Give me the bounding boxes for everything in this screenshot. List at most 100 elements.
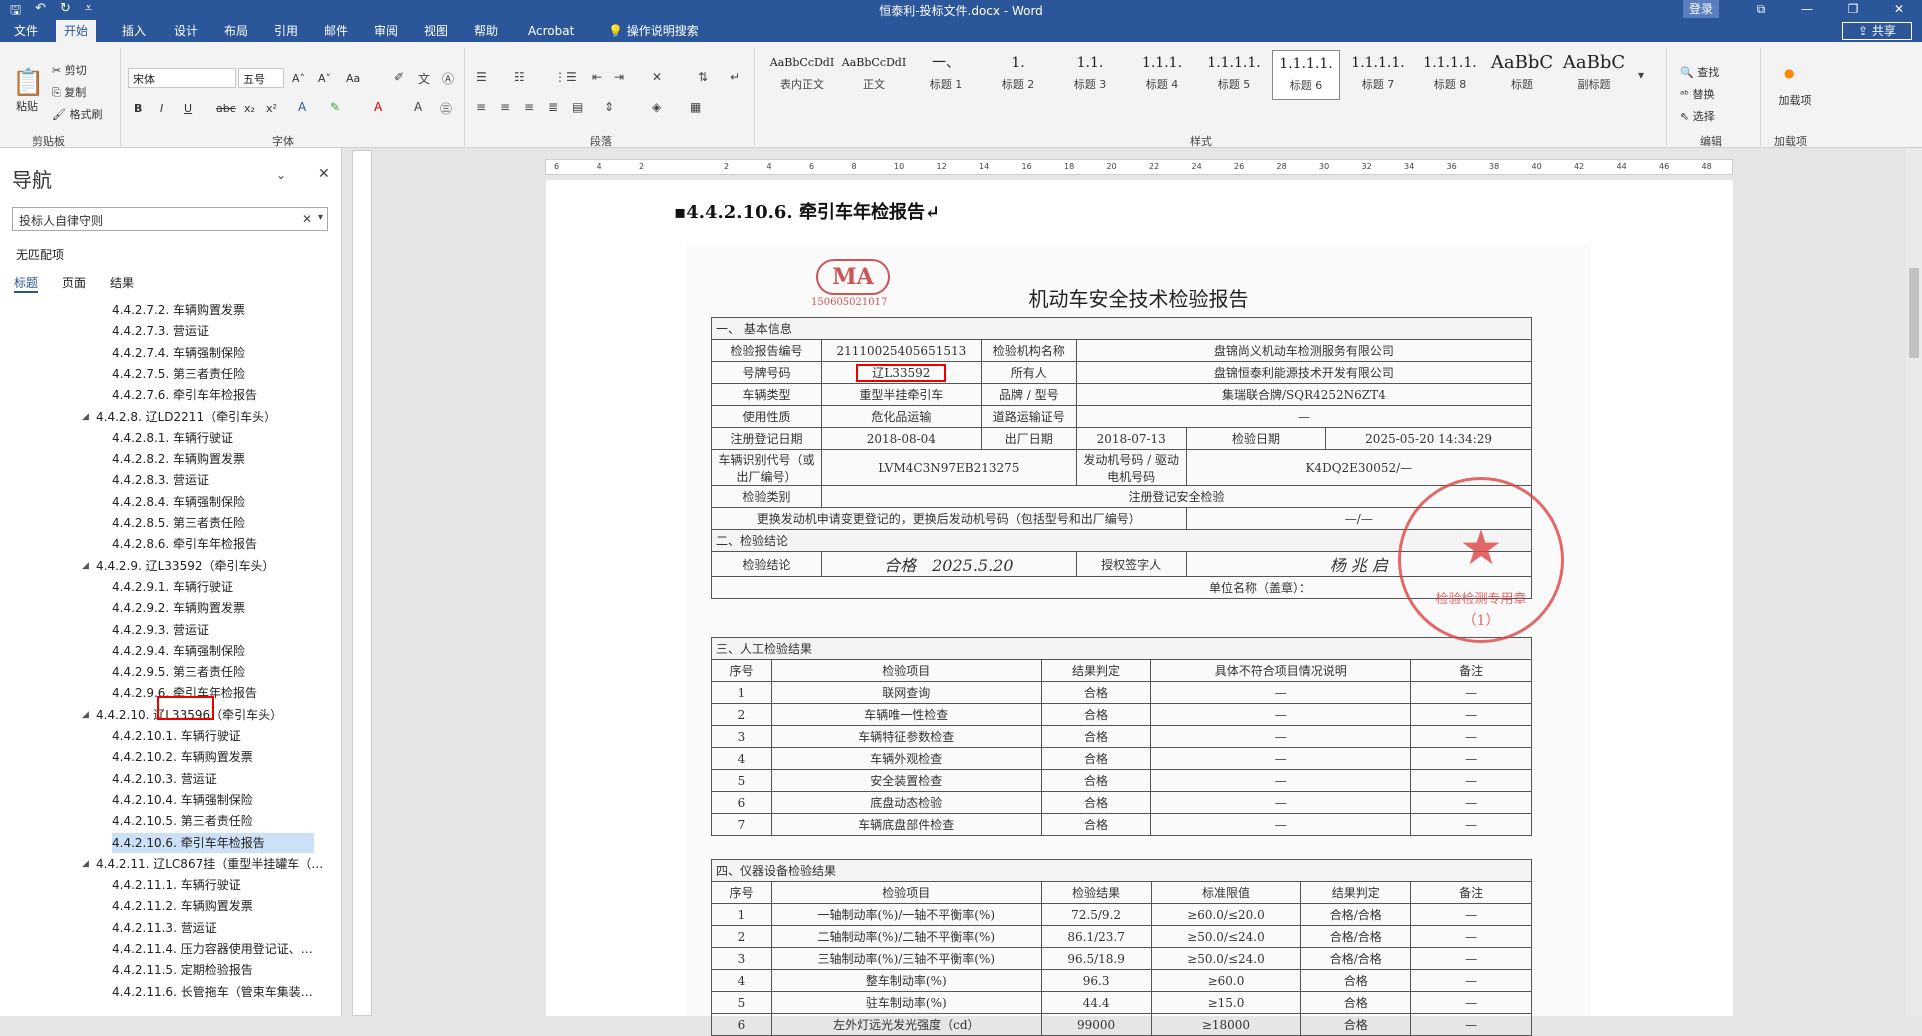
nav-heading-item[interactable]: 4.4.2.10.5. 第三者责任险: [112, 811, 253, 831]
share-button[interactable]: ⇪ 共享: [1842, 22, 1912, 40]
replace-button[interactable]: ᵃᵇ 替换: [1680, 86, 1715, 102]
subscript-button[interactable]: x₂: [244, 102, 255, 115]
styles-more-icon[interactable]: ▾: [1638, 68, 1644, 82]
style-item[interactable]: 一、 标题 1: [912, 50, 980, 100]
change-case-button[interactable]: Aa: [346, 72, 360, 85]
tab-insert[interactable]: 插入: [114, 20, 154, 42]
nav-heading-item[interactable]: 4.4.2.11.3. 营运证: [112, 918, 217, 938]
style-item[interactable]: AaBbCcDdI 正文: [840, 50, 908, 100]
phonetic-guide-icon[interactable]: 文: [418, 70, 430, 87]
sort-icon[interactable]: ⇅: [698, 70, 708, 84]
style-item[interactable]: 1.1.1.1. 标题 5: [1200, 50, 1268, 100]
tab-layout[interactable]: 布局: [216, 20, 256, 42]
style-item[interactable]: 1.1.1. 标题 4: [1128, 50, 1196, 100]
collapse-caret-icon[interactable]: ◢: [82, 859, 89, 869]
tab-home[interactable]: 开始: [56, 20, 97, 42]
nav-heading-item[interactable]: 4.4.2.7.3. 营运证: [112, 321, 209, 341]
nav-heading-item[interactable]: 4.4.2.9.3. 营运证: [112, 620, 209, 640]
ribbon-display-icon[interactable]: ⧉: [1738, 0, 1784, 18]
multilevel-list-icon[interactable]: ⋮☰: [554, 70, 577, 84]
nav-heading-item[interactable]: 4.4.2.9.2. 车辆购置发票: [112, 598, 245, 618]
grow-font-button[interactable]: A˄: [292, 72, 305, 85]
nav-heading-item[interactable]: 4.4.2.7.4. 车辆强制保险: [112, 343, 245, 363]
nav-heading-item[interactable]: 4.4.2.8.1. 车辆行驶证: [112, 428, 233, 448]
chevron-down-icon[interactable]: ⌄: [276, 168, 286, 182]
chinese-layout-icon[interactable]: ✕: [652, 70, 662, 84]
cut-button[interactable]: ✂ 剪切: [52, 62, 87, 78]
paste-button[interactable]: 粘贴: [16, 98, 38, 114]
superscript-button[interactable]: x²: [266, 102, 277, 115]
nav-search-input[interactable]: 投标人自律守则: [12, 207, 328, 231]
text-effects-icon[interactable]: A: [298, 100, 306, 114]
addins-button[interactable]: 加载项: [1778, 92, 1812, 108]
font-name-select[interactable]: 宋体: [128, 68, 236, 88]
char-border-icon[interactable]: Ⓐ: [442, 70, 454, 87]
nav-heading-item[interactable]: 4.4.2.11.1. 车辆行驶证: [112, 875, 241, 895]
nav-heading-item[interactable]: 4.4.2.8.3. 营运证: [112, 470, 209, 490]
tab-acrobat[interactable]: Acrobat: [520, 20, 582, 42]
strikethrough-button[interactable]: abc: [216, 102, 236, 115]
collapse-caret-icon[interactable]: ◢: [82, 412, 89, 422]
format-painter-button[interactable]: 🖌 格式刷: [52, 106, 102, 122]
shrink-font-button[interactable]: A˅: [318, 72, 331, 85]
tab-references[interactable]: 引用: [266, 20, 306, 42]
sign-in-button[interactable]: 登录: [1683, 0, 1719, 18]
numbering-icon[interactable]: ☷: [514, 70, 525, 84]
find-button[interactable]: 🔍 查找: [1680, 64, 1719, 80]
char-shading-icon[interactable]: A: [414, 100, 422, 114]
nav-heading-item[interactable]: 4.4.2.10.4. 车辆强制保险: [112, 790, 253, 810]
nav-heading-item[interactable]: 4.4.2.11.5. 定期检验报告: [112, 960, 253, 980]
scroll-thumb[interactable]: [1909, 268, 1919, 358]
increase-indent-icon[interactable]: ⇥: [614, 70, 624, 84]
nav-heading-item[interactable]: 4.4.2.7.2. 车辆购置发票: [112, 300, 245, 320]
search-options-icon[interactable]: ▾: [318, 212, 323, 223]
copy-button[interactable]: ⎘ 复制: [52, 84, 86, 100]
shading-icon[interactable]: ◈: [652, 100, 661, 114]
nav-heading-item[interactable]: 4.4.2.9.4. 车辆强制保险: [112, 641, 245, 661]
nav-heading-item[interactable]: 4.4.2.10.6. 牵引车年检报告: [112, 832, 314, 853]
highlight-icon[interactable]: ✎: [330, 100, 340, 114]
nav-heading-item[interactable]: 4.4.2.8.5. 第三者责任险: [112, 513, 245, 533]
italic-button[interactable]: I: [160, 102, 163, 115]
nav-tab-headings[interactable]: 标题: [14, 274, 39, 293]
addins-icon[interactable]: ●: [1784, 66, 1794, 80]
enclose-char-icon[interactable]: ㊂: [440, 100, 452, 117]
minimize-icon[interactable]: —: [1784, 0, 1830, 18]
bullets-icon[interactable]: ☰: [476, 70, 487, 84]
bold-button[interactable]: B: [134, 102, 142, 115]
nav-heading-item[interactable]: 4.4.2.10.3. 营运证: [112, 769, 217, 789]
nav-heading-item[interactable]: 4.4.2.8.4. 车辆强制保险: [112, 492, 245, 512]
tab-help[interactable]: 帮助: [466, 20, 506, 42]
nav-heading-item[interactable]: 4.4.2.11.6. 长管拖车（管束车集装…: [112, 982, 313, 1000]
nav-heading-item[interactable]: 4.4.2.8.6. 牵引车年检报告: [112, 534, 257, 554]
nav-heading-item[interactable]: 4.4.2.10.2. 车辆购置发票: [112, 747, 253, 767]
borders-icon[interactable]: ▦: [690, 100, 701, 114]
align-right-icon[interactable]: ≡: [524, 100, 534, 114]
nav-heading-item[interactable]: 4.4.2.8. 辽LD2211（牵引车头）: [96, 407, 276, 427]
show-marks-icon[interactable]: ↵: [730, 70, 740, 84]
nav-heading-item[interactable]: 4.4.2.11. 辽LC867挂（重型半挂罐车（…: [96, 854, 323, 874]
tell-me-search[interactable]: 💡 操作说明搜索: [600, 20, 707, 42]
paste-icon[interactable]: 📋: [12, 68, 44, 98]
nav-heading-item[interactable]: 4.4.2.7.5. 第三者责任险: [112, 364, 245, 384]
collapse-caret-icon[interactable]: ◢: [82, 710, 89, 720]
style-item-selected[interactable]: 1.1.1.1. 标题 6: [1272, 50, 1340, 100]
decrease-indent-icon[interactable]: ⇤: [592, 70, 602, 84]
font-size-select[interactable]: 五号: [238, 68, 284, 88]
nav-heading-item[interactable]: 4.4.2.8.2. 车辆购置发票: [112, 449, 245, 469]
style-item[interactable]: 1.1.1.1. 标题 8: [1416, 50, 1484, 100]
style-item[interactable]: AaBbC 副标题: [1560, 50, 1628, 100]
nav-heading-item[interactable]: 4.4.2.7.6. 牵引车年检报告: [112, 385, 257, 405]
style-item[interactable]: 1.1. 标题 3: [1056, 50, 1124, 100]
font-color-icon[interactable]: A: [374, 100, 382, 114]
close-icon[interactable]: ✕: [318, 166, 330, 182]
clear-format-icon[interactable]: ✐: [394, 70, 404, 84]
close-icon[interactable]: ✕: [1876, 0, 1922, 18]
clear-search-icon[interactable]: ✕: [302, 212, 312, 226]
nav-tab-results[interactable]: 结果: [110, 274, 134, 291]
nav-heading-item[interactable]: 4.4.2.9. 辽L33592（牵引车头）: [96, 556, 274, 576]
restore-icon[interactable]: ❐: [1830, 0, 1876, 18]
style-item[interactable]: AaBbCcDdI 表内正文: [768, 50, 836, 100]
tab-review[interactable]: 审阅: [366, 20, 406, 42]
style-item[interactable]: AaBbC 标题: [1488, 50, 1556, 100]
